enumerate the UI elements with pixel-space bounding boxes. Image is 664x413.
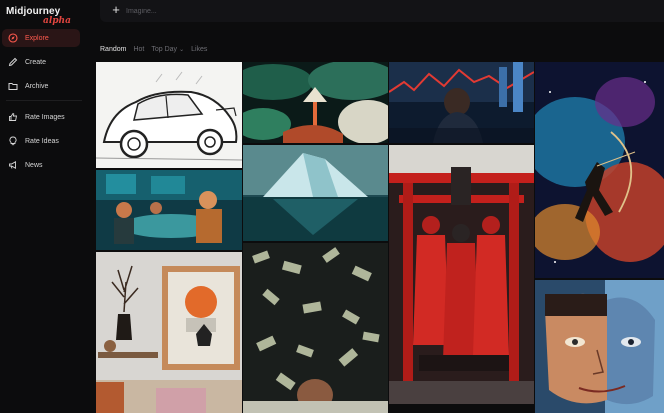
gallery-image-car-sketch[interactable] [96, 62, 242, 168]
nav-item-create[interactable]: Create [2, 53, 80, 71]
nav-divider [6, 100, 82, 101]
tab-label: Hot [133, 45, 145, 53]
brand-logo[interactable]: Midjourney alpha [6, 6, 86, 28]
nav-item-rate-images[interactable]: Rate Images [2, 108, 80, 126]
plus-icon[interactable]: + [109, 3, 123, 17]
tab-random[interactable]: Random [100, 43, 126, 55]
sort-tabs: Random Hot Top Day ⌄ Likes [100, 43, 207, 55]
nav-item-label: Rate Ideas [25, 137, 59, 145]
gallery-image-cubist-face[interactable] [535, 280, 664, 413]
nav-item-archive[interactable]: Archive [2, 77, 80, 95]
pencil-icon [6, 55, 20, 69]
nav-item-label: Create [25, 58, 47, 66]
tab-likes[interactable]: Likes [191, 43, 207, 55]
nav-item-label: Rate Images [25, 113, 65, 121]
gallery-image-city-figure[interactable] [389, 62, 534, 143]
gallery-image-red-torii-trio[interactable] [389, 145, 534, 404]
tab-top-day[interactable]: Top Day ⌄ [151, 43, 184, 55]
sidebar: Midjourney alpha Explore Create Archive … [0, 0, 88, 413]
nav-item-label: News [25, 161, 43, 169]
nav-item-label: Explore [25, 34, 49, 42]
megaphone-icon [6, 158, 20, 172]
nav-item-label: Archive [25, 82, 49, 90]
imagine-input[interactable] [124, 4, 628, 19]
gallery-image-iceberg[interactable] [243, 145, 388, 241]
tab-label: Top Day [151, 45, 178, 53]
thumbs-up-icon [6, 110, 20, 124]
tab-label: Random [100, 45, 127, 53]
gallery-image-storm-clouds[interactable] [243, 62, 388, 143]
folder-icon [6, 79, 20, 93]
nav-item-explore[interactable]: Explore [2, 29, 80, 47]
nav-item-news[interactable]: News [2, 156, 80, 174]
gallery-image-archer-nebula[interactable] [535, 62, 664, 278]
gallery-image-interior-poster[interactable] [96, 252, 242, 413]
brand-tag: alpha [43, 16, 71, 26]
prompt-bar: + [100, 0, 664, 22]
gallery-image-money-rain[interactable] [243, 243, 388, 413]
nav-item-rate-ideas[interactable]: Rate Ideas [2, 132, 80, 150]
compass-icon [6, 31, 20, 45]
chevron-down-icon: ⌄ [179, 46, 185, 53]
tab-label: Likes [191, 45, 208, 53]
tab-hot[interactable]: Hot [133, 43, 144, 55]
gallery-image-restaurant-scene[interactable] [96, 170, 242, 250]
lightbulb-icon [6, 134, 20, 148]
